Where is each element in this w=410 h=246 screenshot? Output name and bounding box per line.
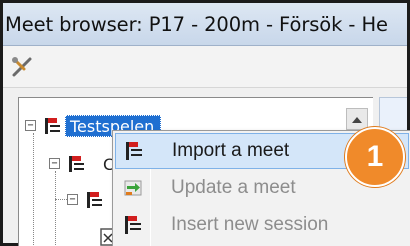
menu-item-label: Insert new session bbox=[171, 214, 329, 235]
window-titlebar[interactable]: Meet browser: P17 - 200m - Försök - He bbox=[3, 3, 407, 46]
step-number-badge: 1 bbox=[345, 127, 405, 187]
meet-flag-icon bbox=[45, 118, 60, 134]
collapse-toggle[interactable]: − bbox=[25, 120, 36, 131]
menu-item-insert-session[interactable]: Insert new session bbox=[115, 207, 409, 243]
tools-button[interactable] bbox=[9, 54, 35, 80]
tree-connector bbox=[55, 171, 56, 246]
scroll-up-button[interactable] bbox=[346, 108, 368, 130]
insert-flag-icon bbox=[125, 216, 141, 234]
toolbar bbox=[3, 46, 407, 88]
collapse-toggle[interactable]: − bbox=[49, 158, 60, 169]
tools-icon bbox=[12, 57, 32, 77]
import-flag-icon bbox=[126, 142, 142, 160]
window-title: Meet browser: P17 - 200m - Försök - He bbox=[5, 12, 388, 36]
update-arrows-icon bbox=[124, 180, 142, 196]
menu-item-label: Import a meet bbox=[172, 140, 290, 161]
menu-item-label: Update a meet bbox=[171, 177, 296, 198]
tree-connector bbox=[33, 133, 34, 246]
meet-flag-icon bbox=[69, 156, 84, 172]
meet-flag-icon bbox=[87, 192, 102, 208]
collapse-toggle[interactable]: − bbox=[67, 194, 78, 205]
badge-number: 1 bbox=[366, 140, 384, 173]
chevron-up-icon bbox=[352, 116, 362, 123]
